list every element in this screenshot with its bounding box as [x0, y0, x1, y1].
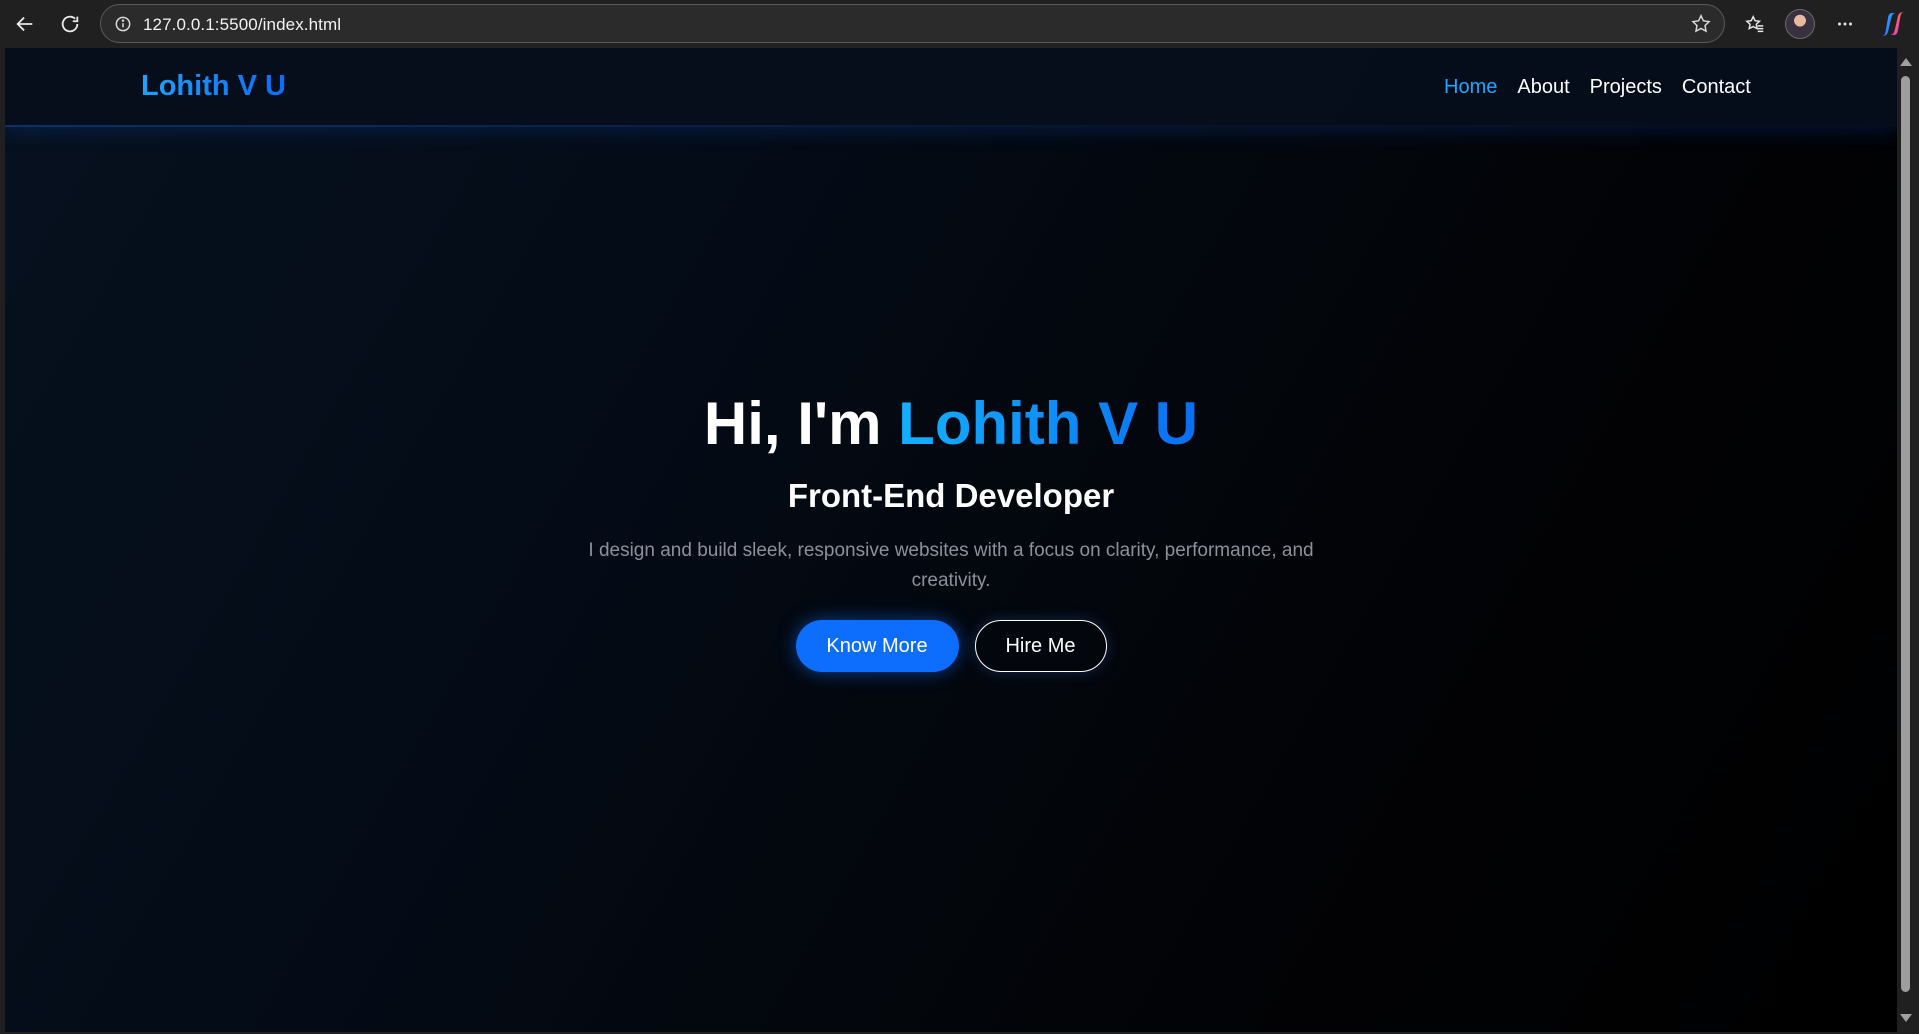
- more-icon[interactable]: [1829, 8, 1861, 40]
- site-logo[interactable]: Lohith V U: [141, 70, 286, 103]
- hero-buttons: Know More Hire Me: [5, 620, 1897, 672]
- nav-links: Home About Projects Contact: [1444, 76, 1751, 99]
- nav-link-projects[interactable]: Projects: [1590, 76, 1662, 99]
- nav-link-about[interactable]: About: [1517, 76, 1569, 99]
- scroll-thumb[interactable]: [1901, 76, 1910, 992]
- address-bar[interactable]: 127.0.0.1:5500/index.html: [100, 4, 1725, 43]
- profile-avatar[interactable]: [1785, 9, 1815, 39]
- hire-me-button[interactable]: Hire Me: [974, 620, 1107, 672]
- back-icon[interactable]: [9, 8, 41, 40]
- info-icon[interactable]: [113, 14, 133, 34]
- nav-link-contact[interactable]: Contact: [1682, 76, 1751, 99]
- favorites-icon[interactable]: [1739, 8, 1771, 40]
- scroll-down-arrow-icon[interactable]: [1900, 1014, 1912, 1022]
- hero-description: I design and build sleek, responsive web…: [588, 540, 1314, 591]
- nav-link-home[interactable]: Home: [1444, 76, 1497, 99]
- star-icon[interactable]: [1690, 13, 1712, 35]
- know-more-button[interactable]: Know More: [795, 620, 959, 672]
- url-text[interactable]: 127.0.0.1:5500/index.html: [143, 15, 341, 35]
- hero-greeting: Hi, I'm: [703, 390, 899, 457]
- page-viewport: Lohith V U Home About Projects Contact H…: [5, 48, 1897, 1032]
- site-navbar: Lohith V U Home About Projects Contact: [5, 48, 1897, 127]
- hero-title: Hi, I'm Lohith V U: [5, 388, 1897, 460]
- browser-toolbar: 127.0.0.1:5500/index.html: [0, 0, 1919, 47]
- refresh-icon[interactable]: [54, 8, 86, 40]
- copilot-icon[interactable]: [1879, 10, 1907, 38]
- page-scrollbar[interactable]: [1897, 48, 1914, 1032]
- hero-name: Lohith V U: [898, 390, 1199, 457]
- scroll-up-arrow-icon[interactable]: [1900, 58, 1912, 66]
- hero-section: Hi, I'm Lohith V U Front-End Developer I…: [5, 388, 1897, 672]
- hero-subtitle: Front-End Developer: [787, 477, 1115, 514]
